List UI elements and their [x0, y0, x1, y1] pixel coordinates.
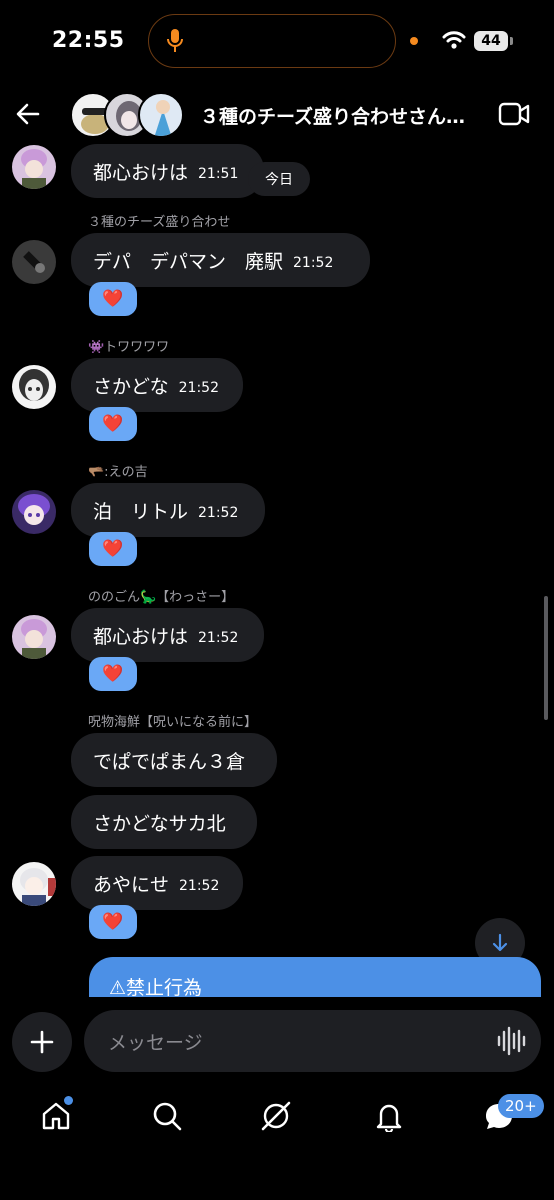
- message-time: 21:52: [198, 505, 239, 521]
- avatar[interactable]: [12, 240, 56, 284]
- avatar[interactable]: [12, 862, 56, 906]
- message-time: 21:52: [198, 630, 239, 646]
- message-bubble[interactable]: デパ デパマン 廃駅 21:52: [71, 233, 370, 287]
- voice-wave-icon[interactable]: [496, 1026, 526, 1056]
- warning-banner[interactable]: ⚠禁止行為: [89, 957, 541, 997]
- scrollbar[interactable]: [544, 596, 548, 720]
- message-bubble[interactable]: 泊 リトル 21:52: [71, 483, 265, 537]
- microphone-icon: [167, 29, 183, 52]
- sender-name: ３種のチーズ盛り合わせ: [88, 215, 231, 230]
- date-divider: 今日: [248, 162, 310, 196]
- status-time: 22:55: [52, 28, 125, 53]
- message-time: 21:52: [179, 878, 220, 894]
- plus-icon: [30, 1030, 54, 1054]
- avatar[interactable]: [12, 490, 56, 534]
- message-text: デパ デパマン 廃駅: [93, 250, 284, 273]
- message-time: 21:51: [198, 166, 239, 182]
- messages-badge: 20+: [498, 1094, 544, 1118]
- message-time: 21:52: [178, 380, 219, 396]
- heart-emoji: ❤️: [102, 912, 124, 932]
- message-bubble[interactable]: 都心おけは 21:52: [71, 608, 264, 662]
- recording-dot: [410, 37, 418, 45]
- wifi-icon: [442, 31, 466, 49]
- avatar[interactable]: [12, 365, 56, 409]
- message-bubble[interactable]: でぱでぱまん３倉: [71, 733, 277, 787]
- message-bubble[interactable]: 都心おけは 21:51: [71, 144, 264, 198]
- message-text: 都心おけは: [93, 625, 189, 648]
- heart-emoji: ❤️: [102, 539, 124, 559]
- add-attachment-button[interactable]: [12, 1012, 72, 1072]
- avatar[interactable]: [12, 145, 56, 189]
- reaction-badge[interactable]: ❤️: [89, 282, 137, 316]
- message-input-placeholder: メッセージ: [108, 1032, 203, 1054]
- sender-name: ののごん🦕【わっさー】: [88, 590, 235, 605]
- search-icon[interactable]: [151, 1100, 183, 1132]
- back-arrow-icon[interactable]: [14, 100, 42, 128]
- message-text: 泊 リトル: [93, 500, 189, 523]
- battery-tip: [510, 37, 513, 45]
- sender-name: 👾トワワワワ: [88, 340, 170, 355]
- message-bubble[interactable]: さかどな 21:52: [71, 358, 243, 412]
- message-text: あやにせ: [93, 873, 170, 896]
- group-avatar-3: [138, 92, 184, 138]
- arrow-down-icon: [492, 933, 508, 952]
- battery-indicator: 44: [474, 31, 508, 51]
- reaction-badge[interactable]: ❤️: [89, 532, 137, 566]
- bell-icon[interactable]: [373, 1100, 405, 1132]
- message-bubble[interactable]: あやにせ 21:52: [71, 856, 243, 910]
- sender-name: 呪物海鮮【呪いになる前に】: [88, 715, 258, 730]
- message-text: 都心おけは: [93, 161, 189, 184]
- notification-dot: [64, 1096, 73, 1105]
- heart-emoji: ❤️: [102, 289, 124, 309]
- dynamic-island: [148, 14, 396, 68]
- message-bubble[interactable]: さかどなサカ北: [71, 795, 257, 849]
- heart-emoji: ❤️: [102, 664, 124, 684]
- grok-icon[interactable]: [260, 1100, 292, 1132]
- message-text: さかどなサカ北: [93, 812, 226, 835]
- reaction-badge[interactable]: ❤️: [89, 905, 137, 939]
- chat-title[interactable]: ３種のチーズ盛り合わせさん…: [200, 102, 465, 129]
- sender-name: 🫳🏽:えの吉: [88, 465, 148, 480]
- video-call-icon[interactable]: [498, 101, 530, 127]
- message-time: 21:52: [293, 255, 334, 271]
- reaction-badge[interactable]: ❤️: [89, 657, 137, 691]
- avatar[interactable]: [12, 615, 56, 659]
- message-text: さかどな: [93, 375, 169, 398]
- heart-emoji: ❤️: [102, 414, 124, 434]
- message-text: でぱでぱまん３倉: [93, 750, 246, 773]
- reaction-badge[interactable]: ❤️: [89, 407, 137, 441]
